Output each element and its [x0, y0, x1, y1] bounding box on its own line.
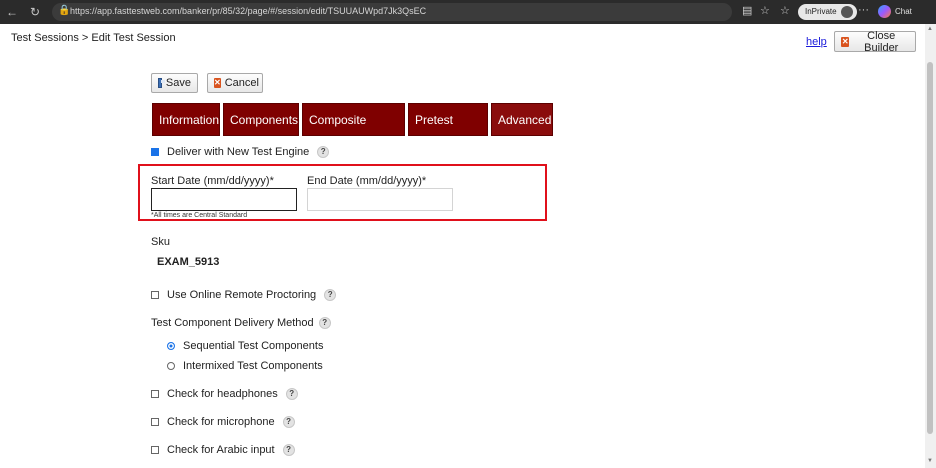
cancel-button[interactable]: ✕ Cancel: [207, 73, 263, 93]
tab-composite-scores[interactable]: Composite Scores: [302, 103, 405, 160]
headphones-checkbox[interactable]: [151, 390, 159, 398]
help-link[interactable]: help: [806, 36, 827, 48]
help-question-icon[interactable]: ?: [282, 416, 295, 428]
help-question-icon[interactable]: ?: [285, 388, 298, 400]
address-bar[interactable]: 🔒 https://app.fasttestweb.com/banker/pr/…: [52, 3, 732, 21]
microphone-label: Check for microphone: [167, 416, 275, 428]
scroll-down-icon[interactable]: ▼: [927, 458, 933, 464]
close-icon: ✕: [841, 36, 850, 47]
vertical-scrollbar[interactable]: ▲ ▼: [925, 24, 936, 468]
more-options-icon[interactable]: ···: [858, 4, 869, 16]
favorite-star-icon[interactable]: ☆: [760, 4, 770, 17]
deliver-new-engine-checkbox[interactable]: [151, 148, 159, 156]
start-date-label: Start Date (mm/dd/yyyy)*: [151, 175, 274, 187]
floppy-disk-icon: [158, 78, 165, 88]
inprivate-label: InPrivate: [805, 7, 837, 16]
inprivate-badge[interactable]: InPrivate: [798, 4, 857, 20]
tab-pretest-screen[interactable]: Pretest Screen: [408, 103, 488, 160]
save-label: Save: [165, 77, 191, 89]
end-date-label: End Date (mm/dd/yyyy)*: [307, 175, 427, 187]
tab-advanced[interactable]: Advanced: [491, 103, 553, 136]
start-date-input[interactable]: [151, 188, 297, 211]
cancel-label: Cancel: [224, 77, 259, 89]
intermixed-label: Intermixed Test Components: [183, 360, 323, 372]
breadcrumb: Test Sessions > Edit Test Session: [11, 32, 176, 44]
lock-icon: 🔒: [58, 5, 71, 16]
arabic-input-row: Check for Arabic input ?: [151, 444, 295, 456]
intermixed-radio[interactable]: [167, 362, 175, 370]
radio-option[interactable]: Sequential Test Components: [167, 340, 323, 352]
microphone-row: Check for microphone ?: [151, 416, 295, 428]
delivery-method-row: Test Component Delivery Method ?: [151, 317, 331, 329]
delivery-method-label: Test Component Delivery Method: [151, 317, 314, 329]
address-bar-url: https://app.fasttestweb.com/banker/pr/85…: [70, 6, 427, 16]
headphones-row: Check for headphones ?: [151, 388, 298, 400]
tab-information[interactable]: Information: [152, 103, 220, 136]
help-question-icon[interactable]: ?: [317, 146, 330, 158]
arabic-input-label: Check for Arabic input: [167, 444, 275, 456]
cancel-icon: ✕: [214, 78, 221, 88]
remote-proctoring-label: Use Online Remote Proctoring: [167, 289, 317, 301]
browser-toolbar: ← ↻ 🔒 https://app.fasttestweb.com/banker…: [0, 0, 936, 24]
microphone-checkbox[interactable]: [151, 418, 159, 426]
scrollbar-thumb[interactable]: [927, 62, 933, 434]
scroll-up-icon[interactable]: ▲: [927, 26, 933, 32]
sku-label: Sku: [151, 236, 170, 248]
end-date-input[interactable]: [307, 188, 453, 211]
arabic-input-checkbox[interactable]: [151, 446, 159, 454]
copilot-icon: [878, 5, 891, 18]
close-builder-label: Close Builder: [864, 29, 899, 54]
help-question-icon[interactable]: ?: [318, 317, 331, 329]
sequential-radio[interactable]: [167, 342, 175, 350]
tab-bar: Information Components Composite Scores …: [152, 103, 553, 160]
tab-components[interactable]: Components: [223, 103, 299, 136]
headphones-label: Check for headphones: [167, 388, 278, 400]
timezone-note: *All times are Central Standard: [151, 212, 248, 219]
remote-proctoring-row: Use Online Remote Proctoring ?: [151, 289, 337, 301]
radio-option[interactable]: Intermixed Test Components: [167, 360, 323, 372]
help-question-icon[interactable]: ?: [324, 289, 337, 301]
remote-proctoring-checkbox[interactable]: [151, 291, 159, 299]
reader-mode-icon[interactable]: ▤: [742, 4, 752, 17]
chat-label: Chat: [895, 7, 912, 16]
sequential-label: Sequential Test Components: [183, 340, 324, 352]
deliver-new-engine-label: Deliver with New Test Engine: [167, 146, 310, 158]
deliver-new-engine-row: Deliver with New Test Engine ?: [151, 146, 330, 158]
close-builder-button[interactable]: ✕ Close Builder: [834, 29, 916, 54]
refresh-icon[interactable]: ↻: [27, 4, 43, 20]
sku-value: EXAM_5913: [157, 256, 220, 268]
back-icon[interactable]: ←: [4, 4, 20, 20]
copilot-chat-button[interactable]: Chat: [878, 5, 912, 18]
profile-avatar: [840, 6, 853, 18]
help-question-icon[interactable]: ?: [282, 444, 295, 456]
save-button[interactable]: Save: [151, 73, 198, 93]
favorites-icon[interactable]: ☆: [780, 4, 790, 17]
